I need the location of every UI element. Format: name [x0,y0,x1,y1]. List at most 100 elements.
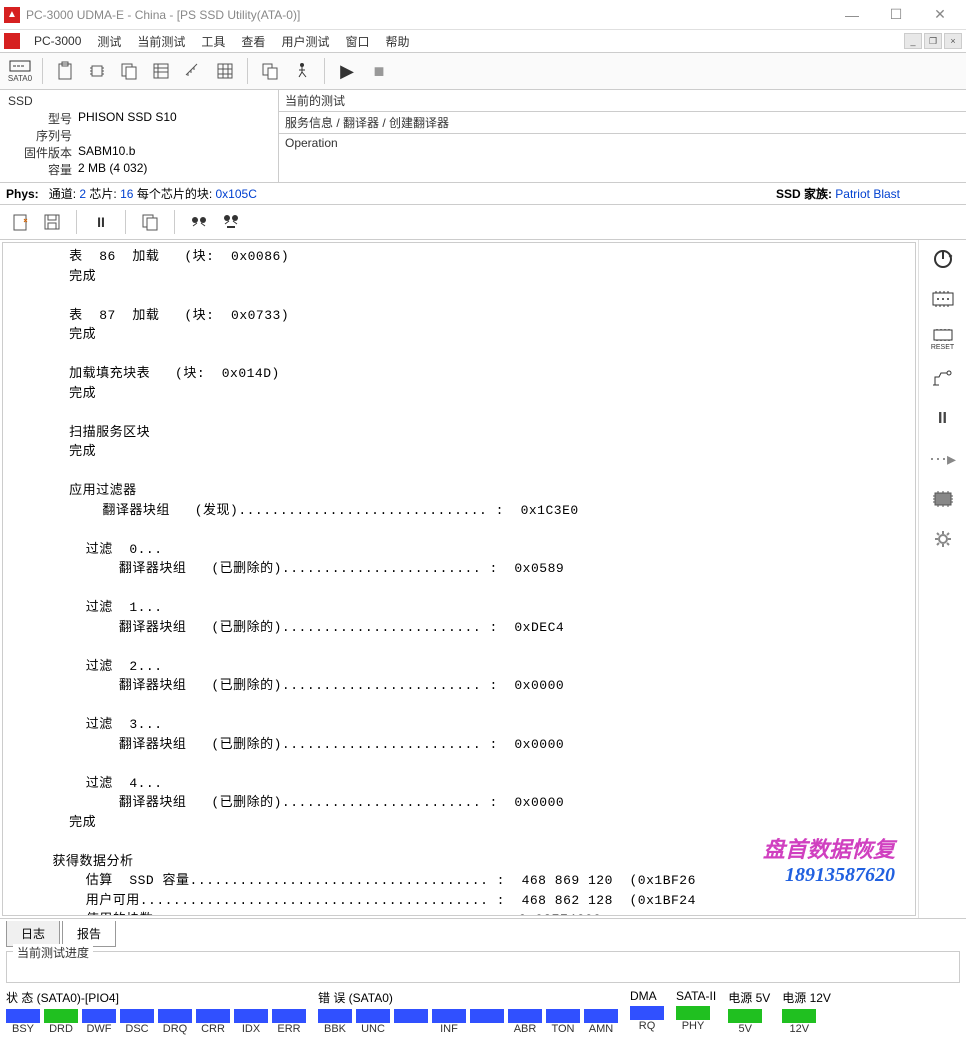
status-indicator [584,1009,618,1023]
close-button[interactable]: ✕ [918,1,962,29]
more-icon[interactable]: ⋯▸ [927,444,959,474]
progress-label: 当前测试进度 [13,944,93,961]
ssd-group-label: SSD [8,94,270,108]
progress-group: 当前测试进度 [6,951,960,983]
status-pwr12-block: 电源 12V 12V [782,989,831,1035]
status-indicator [318,1009,352,1023]
status-indicator [508,1009,542,1023]
status-indicator [196,1009,230,1023]
window-title: PC-3000 UDMA-E - China - [PS SSD Utility… [26,8,830,22]
status-sata2-label: SATA-II [676,989,716,1003]
play-button[interactable]: ▶ [333,57,361,85]
model-label: 型号 [8,110,78,127]
minimize-button[interactable]: — [830,1,874,29]
capacity-value: 2 MB (4 032) [78,161,147,178]
chip-icon[interactable] [83,57,111,85]
status-indicator-label: IDX [234,1023,268,1035]
status-indicator [728,1009,762,1023]
status-indicator-label: UNC [356,1023,390,1035]
status-indicator [158,1009,192,1023]
status-pwr5-block: 电源 5V 5V [728,989,770,1035]
status-indicator-label: RQ [630,1020,664,1032]
main-toolbar: SATA0 ▶ ■ [0,52,966,90]
pause-tool-icon[interactable]: II [927,404,959,434]
duplicate-icon[interactable] [256,57,284,85]
status-indicator-label: DSC [120,1023,154,1035]
find-next-icon[interactable] [219,210,243,234]
status-indicator [234,1009,268,1023]
model-value: PHISON SSD S10 [78,110,177,127]
menu-brand[interactable]: PC-3000 [26,34,89,48]
menu-user-test[interactable]: 用户测试 [273,33,337,50]
reset-icon[interactable]: RESET [927,324,959,354]
menu-view[interactable]: 查看 [233,33,273,50]
sata-port-button[interactable]: SATA0 [6,57,34,85]
menu-current-test[interactable]: 当前测试 [129,33,193,50]
status-indicator-label: TON [546,1023,580,1035]
status-indicator [394,1009,428,1023]
status-area: 状 态 (SATA0)-[PIO4] BSYDRDDWFDSCDRQCRRIDX… [0,985,966,1039]
titlebar: ▲ PC-3000 UDMA-E - China - [PS SSD Utili… [0,0,966,30]
status-pwr12-label: 电源 12V [782,989,831,1006]
mdi-close-button[interactable]: × [944,33,962,49]
menubar: PC-3000 测试 当前测试 工具 查看 用户测试 窗口 帮助 _ ❐ × [0,30,966,52]
new-doc-icon[interactable] [8,210,32,234]
status-indicator [432,1009,466,1023]
save-icon[interactable] [40,210,64,234]
menu-window[interactable]: 窗口 [337,33,377,50]
watermark-line2: 18913587620 [763,864,895,887]
list-icon[interactable] [147,57,175,85]
stop-button[interactable]: ■ [365,57,393,85]
mdi-minimize-button[interactable]: _ [904,33,922,49]
chip-config-icon[interactable] [927,284,959,314]
find-icon[interactable] [187,210,211,234]
phys-label: Phys: [6,187,39,201]
processor-icon[interactable] [927,484,959,514]
status-indicator-label: ERR [272,1023,306,1035]
status-indicator-label: DRD [44,1023,78,1035]
status-state-block: 状 态 (SATA0)-[PIO4] BSYDRDDWFDSCDRQCRRIDX… [6,989,306,1035]
operation-label: Operation [279,134,966,152]
settings-icon[interactable] [927,524,959,554]
channel-label: 通道: [49,187,76,201]
ruler-icon[interactable] [179,57,207,85]
menu-test[interactable]: 测试 [89,33,129,50]
serial-label: 序列号 [8,127,78,144]
copy-log-icon[interactable] [138,210,162,234]
firmware-value: SABM10.b [78,144,135,161]
status-state-label: 状 态 (SATA0)-[PIO4] [6,989,306,1006]
log-pane[interactable]: 表 86 加载 (块: 0x0086) 完成 表 87 加载 (块: 0x073… [2,242,916,916]
status-indicator [470,1009,504,1023]
clipboard-icon[interactable] [51,57,79,85]
capacity-label: 容量 [8,161,78,178]
menu-help[interactable]: 帮助 [377,33,417,50]
status-indicator [356,1009,390,1023]
grid-icon[interactable] [211,57,239,85]
status-dma-block: DMA RQ [630,989,664,1032]
copy-icon[interactable] [115,57,143,85]
maximize-button[interactable]: ☐ [874,1,918,29]
menu-tools[interactable]: 工具 [193,33,233,50]
mdi-restore-button[interactable]: ❐ [924,33,942,49]
pause-icon[interactable]: II [89,210,113,234]
run-person-icon[interactable] [288,57,316,85]
status-indicator-label [470,1023,504,1035]
connector-icon[interactable] [927,364,959,394]
chip-label: 芯片: [89,187,116,201]
phys-bar: Phys: 通道: 2 芯片: 16 每个芯片的块: 0x105C SSD 家族… [0,183,966,204]
current-test-label: 当前的测试 [279,90,966,112]
family-value: Patriot Blast [835,187,900,201]
test-panel: 当前的测试 服务信息 / 翻译器 / 创建翻译器 Operation [278,90,966,182]
power-icon[interactable] [927,244,959,274]
status-indicator [6,1009,40,1023]
watermark: 盘首数据恢复 18913587620 [763,832,895,887]
log-tabs: 日志 报告 [0,918,966,949]
log-text: 表 86 加载 (块: 0x0086) 完成 表 87 加载 (块: 0x073… [3,243,915,916]
status-indicator-label: BSY [6,1023,40,1035]
status-indicator-label: DWF [82,1023,116,1035]
status-indicator-label: BBK [318,1023,352,1035]
app-icon: ▲ [4,7,20,23]
ssd-panel: SSD 型号PHISON SSD S10 序列号 固件版本SABM10.b 容量… [0,90,278,182]
chip-value: 16 [120,187,133,201]
status-pwr5-label: 电源 5V [728,989,770,1006]
